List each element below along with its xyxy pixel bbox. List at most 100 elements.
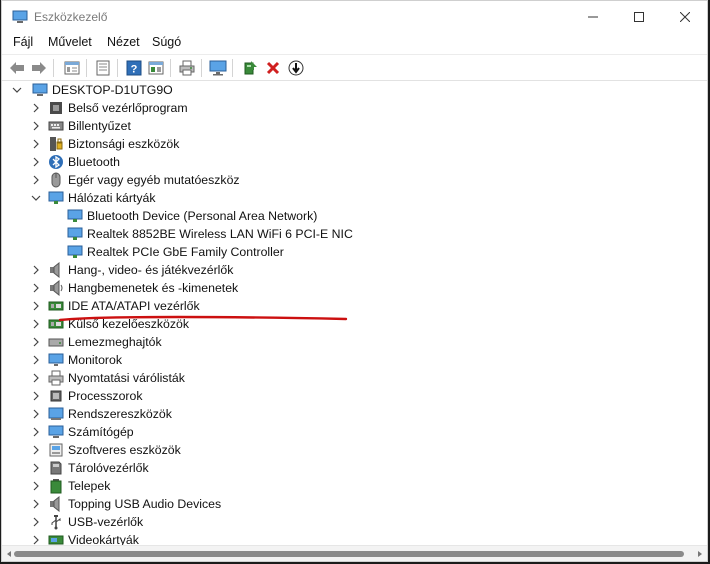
category-label: Billentyűzet <box>68 119 131 133</box>
help-button[interactable]: ? <box>124 58 144 78</box>
scroll-left-icon[interactable] <box>4 549 14 559</box>
category-node[interactable]: Monitorok <box>48 351 122 369</box>
network-adapter-icon <box>67 227 83 240</box>
chevron-right-icon[interactable] <box>31 354 41 366</box>
category-node[interactable]: Processzorok <box>48 387 143 405</box>
category-node[interactable]: Rendszereszközök <box>48 405 172 423</box>
chevron-right-icon[interactable] <box>31 120 41 132</box>
scan-hardware-button[interactable] <box>208 58 228 78</box>
chevron-right-icon[interactable] <box>31 444 41 456</box>
chevron-right-icon[interactable] <box>31 102 41 114</box>
chevron-right-icon[interactable] <box>31 336 41 348</box>
computer-icon <box>32 83 48 96</box>
monitor-icon <box>209 60 227 76</box>
back-button[interactable] <box>7 58 27 78</box>
chevron-right-icon[interactable] <box>31 516 41 528</box>
chevron-right-icon[interactable] <box>31 408 41 420</box>
chevron-down-icon[interactable] <box>12 84 22 96</box>
add-hardware-button[interactable] <box>240 58 260 78</box>
category-node[interactable]: Biztonsági eszközök <box>48 135 179 153</box>
chevron-right-icon[interactable] <box>31 318 41 330</box>
category-label: Külső kezelőeszközök <box>68 317 189 331</box>
chevron-right-icon[interactable] <box>31 174 41 186</box>
device-label: Realtek 8852BE Wireless LAN WiFi 6 PCI-E… <box>87 227 353 241</box>
tree-root-node[interactable]: DESKTOP-D1UTG9O <box>32 81 173 99</box>
category-label: Rendszereszközök <box>68 407 172 421</box>
category-node[interactable]: Bluetooth <box>48 153 120 171</box>
menu-view[interactable]: Nézet <box>107 35 140 49</box>
device-node[interactable]: Bluetooth Device (Personal Area Network) <box>67 207 317 225</box>
chevron-down-icon[interactable] <box>31 192 41 204</box>
update-driver-button[interactable] <box>93 58 113 78</box>
category-node[interactable]: Hangbemenetek és -kimenetek <box>48 279 238 297</box>
uninstall-button[interactable] <box>263 58 283 78</box>
category-node[interactable]: Nyomtatási várólisták <box>48 369 185 387</box>
chevron-right-icon[interactable] <box>31 462 41 474</box>
category-node[interactable]: Számítógép <box>48 423 134 441</box>
category-node[interactable]: Belső vezérlőprogram <box>48 99 188 117</box>
system-device-icon <box>48 407 64 420</box>
bluetooth-icon <box>49 155 63 169</box>
toolbar-separator <box>170 59 171 77</box>
category-node[interactable]: Tárolóvezérlők <box>48 459 149 477</box>
category-node[interactable]: Lemezmeghajtók <box>48 333 162 351</box>
scrollbar-thumb[interactable] <box>14 551 684 557</box>
device-node[interactable]: Realtek PCIe GbE Family Controller <box>67 243 284 261</box>
menu-file[interactable]: Fájl <box>13 35 33 49</box>
maximize-button[interactable] <box>616 1 662 33</box>
svg-text:?: ? <box>131 64 138 76</box>
toolbar-separator <box>86 59 87 77</box>
chevron-right-icon[interactable] <box>31 426 41 438</box>
network-adapter-icon <box>48 191 64 204</box>
chevron-right-icon[interactable] <box>31 300 41 312</box>
toolbar-separator <box>201 59 202 77</box>
view-button[interactable] <box>146 58 166 78</box>
category-label: Topping USB Audio Devices <box>68 497 222 511</box>
printer-icon <box>48 370 64 386</box>
category-node[interactable]: USB-vezérlők <box>48 513 143 531</box>
category-node[interactable]: Telepek <box>48 477 110 495</box>
computer-icon <box>48 425 64 438</box>
category-node[interactable]: Egér vagy egyéb mutatóeszköz <box>48 171 240 189</box>
category-node[interactable]: Billentyűzet <box>48 117 131 135</box>
category-node[interactable]: Hálózati kártyák <box>48 189 155 207</box>
chevron-right-icon[interactable] <box>31 372 41 384</box>
software-device-icon <box>49 443 63 457</box>
category-node[interactable]: Hang-, video- és játékvezérlők <box>48 261 233 279</box>
chevron-right-icon[interactable] <box>31 138 41 150</box>
disable-device-button[interactable] <box>286 58 306 78</box>
menu-action[interactable]: Művelet <box>48 35 92 49</box>
properties-button[interactable] <box>62 58 82 78</box>
category-node[interactable]: IDE ATA/ATAPI vezérlők <box>48 297 200 315</box>
forward-arrow-icon <box>32 62 46 74</box>
device-node[interactable]: Realtek 8852BE Wireless LAN WiFi 6 PCI-E… <box>67 225 353 243</box>
menu-help[interactable]: Súgó <box>152 35 181 49</box>
chevron-right-icon[interactable] <box>31 156 41 168</box>
forward-button[interactable] <box>29 58 49 78</box>
category-label: Belső vezérlőprogram <box>68 101 188 115</box>
firmware-icon <box>50 102 62 114</box>
chevron-right-icon[interactable] <box>31 480 41 492</box>
print-button[interactable] <box>177 58 197 78</box>
category-label: Hálózati kártyák <box>68 191 156 205</box>
close-button[interactable] <box>662 1 707 33</box>
minimize-button[interactable] <box>570 1 616 33</box>
device-label: Bluetooth Device (Personal Area Network) <box>87 209 318 223</box>
horizontal-scrollbar[interactable] <box>2 545 707 561</box>
scroll-right-icon[interactable] <box>695 549 705 559</box>
chevron-right-icon[interactable] <box>31 498 41 510</box>
help-icon: ? <box>126 60 142 76</box>
device-tree[interactable]: DESKTOP-D1UTG9O Belső vezérlőprogram Bill… <box>2 81 707 547</box>
chevron-right-icon[interactable] <box>31 390 41 402</box>
category-node[interactable]: Szoftveres eszközök <box>48 441 181 459</box>
chevron-right-icon[interactable] <box>31 264 41 276</box>
device-manager-app-icon <box>12 10 28 23</box>
add-hardware-icon <box>244 61 257 75</box>
category-label: Hangbemenetek és -kimenetek <box>68 281 239 295</box>
battery-icon <box>50 479 62 494</box>
category-node[interactable]: Külső kezelőeszközök <box>48 315 189 333</box>
category-label: USB-vezérlők <box>68 515 144 529</box>
toolbar-separator <box>232 59 233 77</box>
chevron-right-icon[interactable] <box>31 282 41 294</box>
category-node[interactable]: Topping USB Audio Devices <box>48 495 221 513</box>
